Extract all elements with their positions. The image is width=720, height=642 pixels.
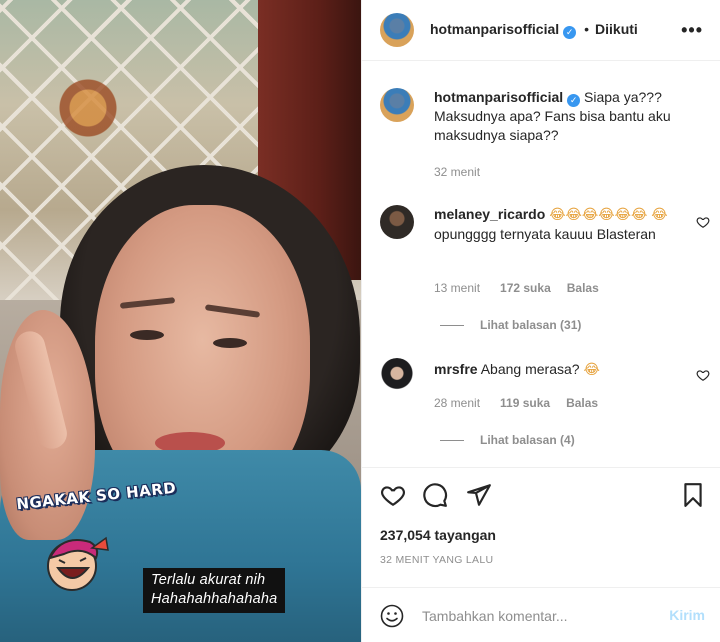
comment-username[interactable]: mrsfre	[434, 361, 478, 377]
video-caption-line-2: Hahahahhahahaha	[151, 591, 278, 607]
stained-glass-flower	[40, 60, 160, 180]
comments-list: hotmanparisofficial ✓ Siapa ya??? Maksudn…	[362, 61, 720, 467]
like-comment-heart-icon[interactable]	[696, 368, 710, 382]
laughing-emoji-icon: 😂	[651, 207, 668, 223]
author-username[interactable]: hotmanparisofficial	[430, 21, 559, 37]
commenter-avatar[interactable]	[380, 205, 414, 239]
post-timestamp: 32 MENIT YANG LALU	[380, 554, 494, 566]
post-comment-button[interactable]: Kirim	[669, 607, 705, 623]
like-heart-icon[interactable]	[380, 482, 406, 508]
save-bookmark-icon[interactable]	[680, 482, 706, 508]
reply-button[interactable]: Balas	[567, 281, 599, 295]
post-video[interactable]: NGAKAK SO HARD Terlalu akurat nih Hahaha…	[0, 0, 361, 642]
follow-status-button[interactable]: Diikuti	[595, 21, 638, 37]
instagram-post-modal: NGAKAK SO HARD Terlalu akurat nih Hahaha…	[0, 0, 720, 642]
comment-time: 28 menit	[434, 396, 481, 410]
view-replies-label: Lihat balasan (4)	[480, 433, 575, 447]
view-count: 237,054 tayangan	[380, 527, 496, 543]
comment-time: 13 menit	[434, 281, 481, 295]
comment-meta: 13 menit 172 suka Balas	[434, 281, 599, 295]
comment-bubble-icon[interactable]	[422, 482, 448, 508]
view-replies-label: Lihat balasan (31)	[480, 318, 582, 332]
commenter-avatar[interactable]	[380, 358, 414, 392]
replies-line	[440, 325, 464, 327]
right-eye	[213, 338, 247, 348]
comment-text: opungggg ternyata kauuu Blasteran	[434, 226, 656, 242]
emoji-picker-icon[interactable]	[380, 604, 404, 628]
comment-input[interactable]	[422, 602, 642, 630]
comment-username[interactable]: melaney_ricardo	[434, 206, 545, 222]
share-paper-plane-icon[interactable]	[466, 482, 492, 508]
verified-badge-icon: ✓	[567, 94, 581, 107]
post-caption: hotmanparisofficial ✓ Siapa ya??? Maksudn…	[380, 88, 710, 188]
caption-body: hotmanparisofficial ✓ Siapa ya??? Maksudn…	[434, 88, 696, 145]
laughing-face-sticker-icon	[47, 536, 109, 591]
caption-author-avatar[interactable]	[380, 88, 414, 122]
view-replies-button[interactable]: Lihat balasan (4)	[440, 433, 575, 447]
caption-username[interactable]: hotmanparisofficial	[434, 89, 563, 105]
post-header: hotmanparisofficial ✓ • Diikuti •••	[362, 0, 720, 61]
author-avatar[interactable]	[380, 13, 414, 47]
separator-dot: •	[584, 21, 590, 37]
comment-item: mrsfre Abang merasa? 😂 28 menit 119 suka B…	[380, 358, 710, 458]
laughing-emoji-icon: 😂	[583, 362, 600, 378]
verified-badge-icon: ✓	[563, 26, 577, 39]
comment-likes[interactable]: 172 suka	[500, 281, 551, 295]
comment-body: melaney_ricardo 😂😂😂😂😂😂 😂 opungggg ternya…	[434, 205, 696, 244]
view-replies-button[interactable]: Lihat balasan (31)	[440, 318, 581, 332]
comment-likes[interactable]: 119 suka	[500, 396, 550, 410]
author-line: hotmanparisofficial ✓ • Diikuti	[430, 21, 638, 39]
comment-composer: Kirim	[362, 587, 720, 642]
post-actions: 237,054 tayangan 32 MENIT YANG LALU Kiri…	[362, 467, 720, 642]
like-comment-heart-icon[interactable]	[696, 215, 710, 229]
caption-time: 32 menit	[434, 165, 481, 179]
comment-meta: 28 menit 119 suka Balas	[434, 396, 598, 410]
comment-item: melaney_ricardo 😂😂😂😂😂😂 😂 opungggg ternya…	[380, 205, 710, 335]
post-side-panel: hotmanparisofficial ✓ • Diikuti ••• hotmanp…	[361, 0, 720, 642]
reply-button[interactable]: Balas	[566, 396, 598, 410]
video-caption-line-1: Terlalu akurat nih	[151, 572, 266, 588]
video-caption-box: Terlalu akurat nih Hahahahhahahaha	[143, 568, 286, 613]
left-eye	[130, 330, 164, 340]
replies-line	[440, 440, 464, 442]
more-options-icon[interactable]: •••	[681, 20, 703, 41]
laughing-emoji-icon: 😂😂😂😂😂😂	[549, 207, 648, 223]
comment-body: mrsfre Abang merasa? 😂	[434, 360, 696, 380]
comment-text: Abang merasa?	[480, 361, 580, 377]
